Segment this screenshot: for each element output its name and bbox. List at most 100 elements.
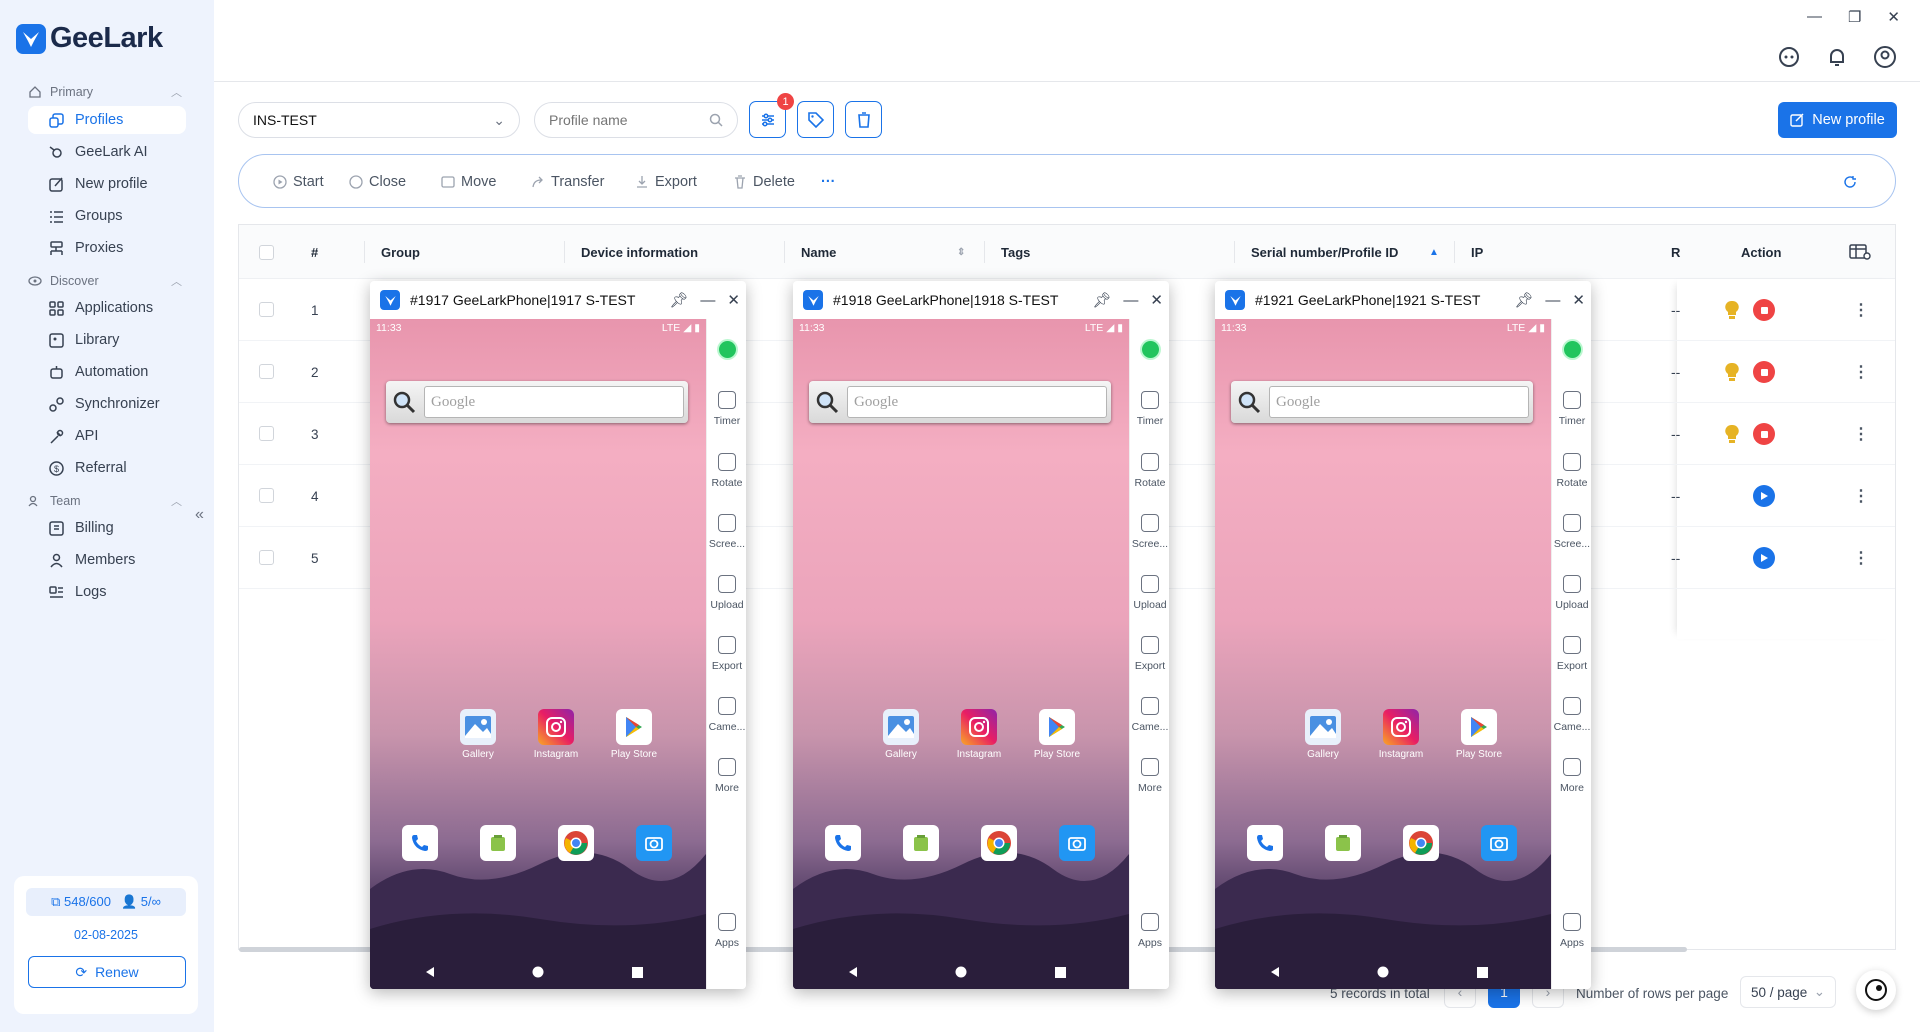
pin-icon[interactable]: 📌︎ (1514, 291, 1533, 309)
minimize-icon[interactable]: — (700, 292, 715, 309)
row-checkbox[interactable] (259, 364, 274, 379)
play-button[interactable] (1753, 485, 1775, 507)
side-screen-button[interactable]: Scree... (1552, 514, 1591, 550)
row-more-icon[interactable]: ⋮ (1853, 403, 1869, 465)
row-checkbox[interactable] (259, 426, 274, 441)
filter-button[interactable]: 1 (749, 93, 794, 138)
col-serial[interactable]: Serial number/Profile ID (1251, 225, 1398, 279)
sidebar-item-billing[interactable]: Billing (28, 514, 186, 542)
close-icon[interactable]: ✕ (727, 291, 740, 309)
sort-asc-icon[interactable]: ▲ (1429, 225, 1439, 279)
minimize-icon[interactable]: — (1123, 292, 1138, 309)
row-more-icon[interactable]: ⋮ (1853, 465, 1869, 527)
google-search-field[interactable]: Google (424, 386, 684, 418)
side-apps-button[interactable]: Apps (1552, 913, 1591, 949)
lightbulb-icon[interactable] (1723, 299, 1741, 321)
phone-screen[interactable]: 11:33 LTE ◢ ▮ Google Gallery Instagram Play S… (1215, 319, 1551, 989)
bell-icon[interactable] (1824, 44, 1850, 70)
side-rotate-button[interactable]: Rotate (707, 453, 746, 489)
column-settings-icon[interactable] (1849, 225, 1871, 279)
maximize-button[interactable]: ❐ (1848, 8, 1861, 26)
side-rotate-button[interactable]: Rotate (1130, 453, 1169, 489)
row-checkbox[interactable] (259, 302, 274, 317)
sidebar-item-logs[interactable]: Logs (28, 578, 186, 606)
sidebar-item-referral[interactable]: $ Referral (28, 454, 186, 482)
side-timer-button[interactable]: Timer (707, 391, 746, 427)
row-more-icon[interactable]: ⋮ (1853, 279, 1869, 341)
camera-app-icon[interactable] (636, 825, 672, 861)
google-search-widget[interactable]: Google (386, 381, 688, 423)
chrome-icon[interactable] (558, 825, 594, 861)
phone-window[interactable]: #1917 GeeLarkPhone|1917 S-TEST 📌︎ — ✕ 11:33 L… (370, 281, 746, 989)
side-timer-button[interactable]: Timer (1130, 391, 1169, 427)
chrome-icon[interactable] (1403, 825, 1439, 861)
file-manager-icon[interactable] (903, 825, 939, 861)
phone-window-titlebar[interactable]: #1921 GeeLarkPhone|1921 S-TEST 📌︎ — ✕ (1215, 281, 1591, 319)
lightbulb-icon[interactable] (1723, 361, 1741, 383)
play-store-icon[interactable] (616, 709, 652, 745)
start-button[interactable]: Start (273, 155, 324, 209)
account-icon[interactable] (1872, 44, 1898, 70)
side-more-button[interactable]: More (1130, 758, 1169, 794)
sidebar-item-proxies[interactable]: Proxies (28, 234, 186, 262)
move-button[interactable]: Move (441, 155, 496, 209)
side-camera-button[interactable]: Came... (1552, 697, 1591, 733)
lightbulb-icon[interactable] (1723, 423, 1741, 445)
play-store-icon[interactable] (1039, 709, 1075, 745)
row-checkbox[interactable] (259, 550, 274, 565)
section-team[interactable]: Team ︿ (28, 493, 182, 509)
gallery-icon[interactable] (883, 709, 919, 745)
side-screen-button[interactable]: Scree... (707, 514, 746, 550)
rows-per-page-select[interactable]: 50 / page ⌄ (1740, 976, 1836, 1008)
side-export-button[interactable]: Export (707, 636, 746, 672)
side-camera-button[interactable]: Came... (707, 697, 746, 733)
group-select[interactable]: INS-TEST ⌄ (238, 102, 520, 138)
side-apps-button[interactable]: Apps (707, 913, 746, 949)
phone-window-titlebar[interactable]: #1918 GeeLarkPhone|1918 S-TEST 📌︎ — ✕ (793, 281, 1169, 319)
phone-window-titlebar[interactable]: #1917 GeeLarkPhone|1917 S-TEST 📌︎ — ✕ (370, 281, 746, 319)
play-button[interactable] (1753, 547, 1775, 569)
pin-icon[interactable]: 📌︎ (669, 291, 688, 309)
sidebar-item-groups[interactable]: Groups (28, 202, 186, 230)
section-primary[interactable]: Primary ︿ (28, 84, 182, 100)
phone-window[interactable]: #1918 GeeLarkPhone|1918 S-TEST 📌︎ — ✕ 11:33 L… (793, 281, 1169, 989)
sidebar-item-api[interactable]: API (28, 422, 186, 450)
support-icon[interactable] (1776, 44, 1802, 70)
sidebar-item-library[interactable]: Library (28, 326, 186, 354)
phone-screen[interactable]: 11:33 LTE ◢ ▮ Google Gallery Instagram Play S… (370, 319, 706, 989)
sidebar-item-members[interactable]: Members (28, 546, 186, 574)
phone-dialer-icon[interactable] (1247, 825, 1283, 861)
close-icon[interactable]: ✕ (1150, 291, 1163, 309)
side-camera-button[interactable]: Came... (1130, 697, 1169, 733)
side-export-button[interactable]: Export (1130, 636, 1169, 672)
minimize-icon[interactable]: — (1545, 292, 1560, 309)
phone-dialer-icon[interactable] (402, 825, 438, 861)
side-upload-button[interactable]: Upload (707, 575, 746, 611)
camera-app-icon[interactable] (1481, 825, 1517, 861)
chrome-icon[interactable] (981, 825, 1017, 861)
sidebar-item-profiles[interactable]: Profiles (28, 106, 186, 134)
sidebar-item-new-profile[interactable]: New profile (28, 170, 186, 198)
phone-dialer-icon[interactable] (825, 825, 861, 861)
close-button[interactable]: Close (349, 155, 406, 209)
phone-screen[interactable]: 11:33 LTE ◢ ▮ Google Gallery Instagram Play S… (793, 319, 1129, 989)
refresh-button[interactable] (1843, 155, 1857, 209)
transfer-button[interactable]: Transfer (531, 155, 604, 209)
quota-summary[interactable]: ⧉ 548/600 👤 5/∞ (26, 888, 186, 916)
file-manager-icon[interactable] (480, 825, 516, 861)
col-name[interactable]: Name (801, 225, 836, 279)
pin-icon[interactable]: 📌︎ (1092, 291, 1111, 309)
renew-button[interactable]: ⟳ Renew (28, 956, 186, 988)
instagram-icon[interactable] (538, 709, 574, 745)
row-more-icon[interactable]: ⋮ (1853, 527, 1869, 589)
gallery-icon[interactable] (1305, 709, 1341, 745)
row-checkbox[interactable] (259, 488, 274, 503)
side-upload-button[interactable]: Upload (1552, 575, 1591, 611)
stop-button[interactable] (1753, 423, 1775, 445)
select-all-checkbox[interactable] (259, 225, 274, 279)
instagram-icon[interactable] (961, 709, 997, 745)
sort-icon[interactable]: ⇕ (957, 225, 965, 279)
row-more-icon[interactable]: ⋮ (1853, 341, 1869, 403)
side-more-button[interactable]: More (1552, 758, 1591, 794)
play-store-icon[interactable] (1461, 709, 1497, 745)
